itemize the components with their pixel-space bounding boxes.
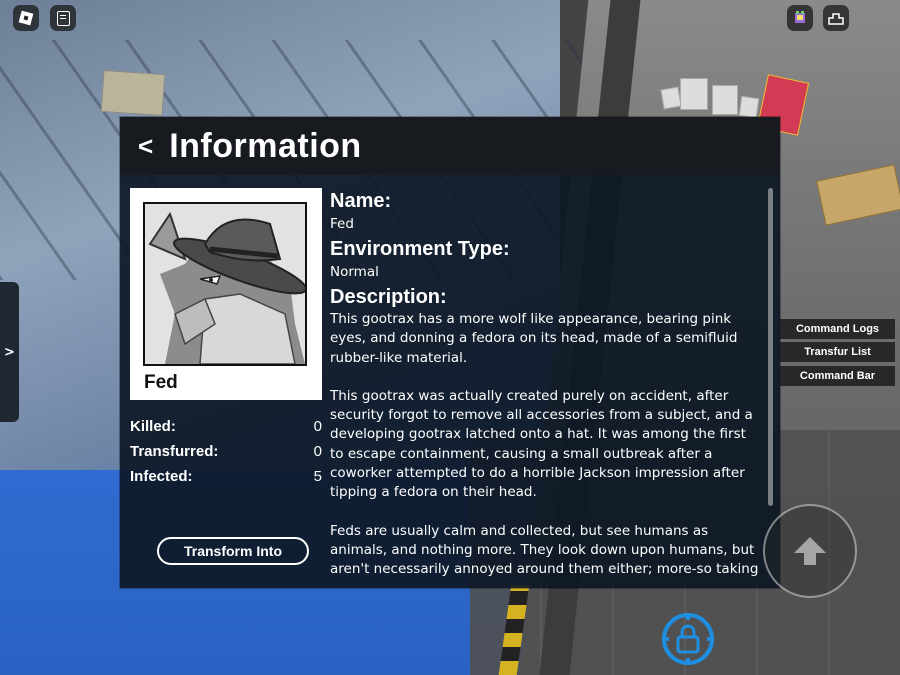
stat-infected: Infected: 5 — [130, 465, 322, 487]
command-logs-button[interactable]: Command Logs — [780, 319, 895, 339]
up-arrow-icon — [794, 537, 826, 565]
transform-into-button[interactable]: Transform Into — [157, 537, 309, 565]
chat-button[interactable] — [50, 5, 76, 31]
side-panel-toggle[interactable]: > — [0, 282, 19, 422]
roblox-menu-button[interactable] — [13, 5, 39, 31]
stat-value: 0 — [313, 417, 322, 435]
wall-poster — [660, 86, 682, 110]
character-portrait — [143, 202, 307, 366]
panel-title: Information — [169, 126, 362, 165]
info-scrollbar[interactable] — [768, 188, 773, 506]
character-name: Fed — [144, 372, 178, 393]
back-button[interactable]: < — [138, 133, 153, 159]
name-heading: Name: — [330, 190, 392, 212]
wall-poster — [680, 78, 708, 110]
description-paragraph: This gootrax was actually created purely… — [330, 387, 753, 501]
transfur-list-button[interactable]: Transfur List — [780, 342, 895, 362]
description-heading: Description: — [330, 286, 447, 308]
stat-value: 5 — [313, 467, 322, 485]
wall-poster — [712, 85, 738, 115]
fedora-wolf-portrait — [145, 204, 305, 364]
information-panel: < Information Fed Killed: 0 Transfurred:… — [120, 117, 780, 588]
side-toggle-label: > — [4, 344, 15, 360]
description-paragraph: This gootrax has a more wolf like appear… — [330, 311, 738, 366]
avatar-button[interactable] — [787, 5, 813, 31]
stat-value: 0 — [313, 442, 322, 460]
avatar-icon — [795, 11, 805, 23]
panel-header: < Information — [120, 117, 780, 175]
name-value: Fed — [330, 216, 354, 232]
stat-label: Killed: — [130, 417, 176, 435]
chat-icon — [56, 10, 70, 26]
stat-label: Transfurred: — [130, 442, 219, 460]
roblox-logo-icon — [18, 10, 34, 26]
description-paragraph: Feds are usually calm and collected, but… — [330, 522, 759, 578]
environment-value: Normal — [330, 264, 379, 280]
environment-heading: Environment Type: — [330, 238, 510, 260]
character-card: Fed — [130, 188, 322, 400]
inventory-icon — [828, 13, 844, 25]
wall-poster — [738, 95, 760, 119]
padlock-icon — [662, 613, 714, 665]
command-bar-button[interactable]: Command Bar — [780, 366, 895, 386]
info-scroll-area[interactable]: Name: Fed Environment Type: Normal Descr… — [330, 188, 760, 580]
stat-transfurred: Transfurred: 0 — [130, 440, 322, 462]
cardboard-box — [100, 69, 166, 117]
inventory-button[interactable] — [823, 5, 849, 31]
jump-button[interactable] — [763, 504, 857, 598]
stat-killed: Killed: 0 — [130, 415, 322, 437]
shift-lock-button[interactable] — [661, 612, 715, 666]
stat-label: Infected: — [130, 467, 193, 485]
